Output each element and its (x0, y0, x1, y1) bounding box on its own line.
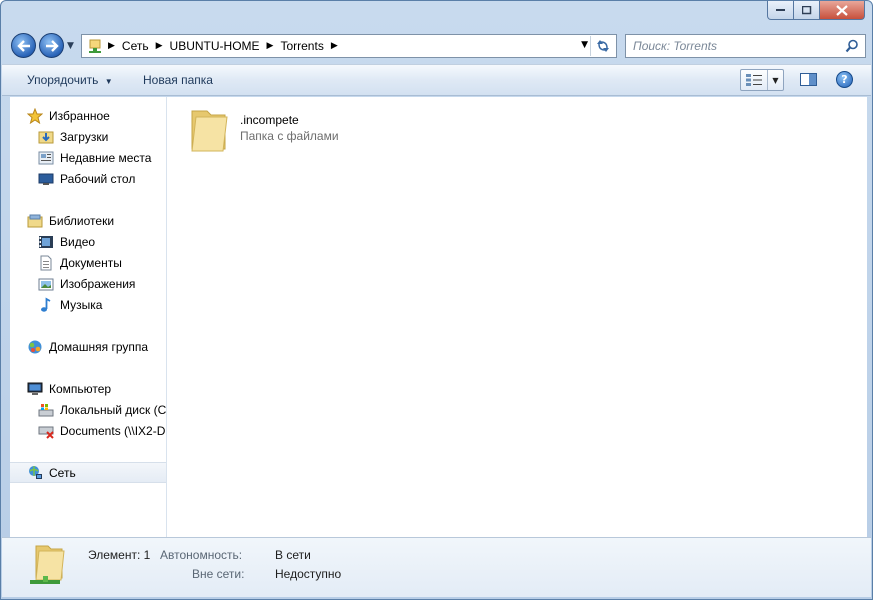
recent-pages-dropdown[interactable]: ▼ (67, 41, 74, 51)
search-input[interactable]: Поиск: Torrents (633, 39, 717, 53)
nav-item-recent-places[interactable]: Недавние места (10, 147, 166, 168)
view-dropdown-icon[interactable]: ▼ (768, 70, 783, 90)
back-button[interactable] (11, 33, 36, 58)
details-pane: Элемент: 1 Автономность: В сети Вне сети… (2, 537, 871, 597)
folder-item[interactable]: .incompete Папка с файлами (185, 103, 395, 153)
breadcrumb-torrents[interactable]: Torrents (280, 39, 323, 53)
close-icon (836, 4, 848, 16)
nav-homegroup[interactable]: Домашняя группа (10, 336, 166, 357)
organize-menu[interactable]: Упорядочить ▼ (27, 73, 113, 87)
navigation-pane: Избранное Загрузки Недавние места Рабочи… (10, 97, 167, 537)
nav-item-label: Музыка (60, 297, 103, 312)
minimize-button[interactable] (767, 1, 794, 20)
star-icon (27, 107, 43, 124)
libraries-icon (27, 213, 43, 229)
nav-item-documents[interactable]: Документы (10, 252, 166, 273)
file-list: .incompete Папка с файлами (167, 97, 867, 537)
nav-libraries[interactable]: Библиотеки (10, 210, 166, 231)
offline-status-value: В сети (275, 548, 311, 562)
command-bar: Упорядочить ▼ Новая папка ▼ ? (2, 64, 871, 96)
nav-item-label: Загрузки (60, 129, 109, 144)
nav-network[interactable]: Сеть (10, 462, 166, 483)
music-icon (38, 296, 54, 313)
breadcrumb-host[interactable]: UBUNTU-HOME (170, 39, 260, 53)
local-disk-icon (38, 402, 54, 418)
new-folder-button[interactable]: Новая папка (143, 73, 213, 87)
breadcrumb-separator[interactable]: ▶ (267, 41, 274, 51)
change-view-button[interactable]: ▼ (740, 69, 784, 91)
offline-availability-value: Недоступно (275, 567, 342, 581)
explorer-window: ▼ ▶ Сеть ▶ UBUNTU-HOME ▶ Torrents ▶ ▼ По… (0, 0, 873, 600)
search-box[interactable]: Поиск: Torrents (625, 34, 866, 58)
nav-computer-label: Компьютер (49, 381, 112, 396)
nav-item-label: Недавние места (60, 150, 152, 165)
help-button[interactable]: ? (836, 71, 853, 88)
search-icon[interactable] (845, 39, 859, 56)
nav-favorites[interactable]: Избранное (10, 105, 166, 126)
nav-item-label: Изображения (60, 276, 136, 291)
nav-item-label: Рабочий стол (60, 171, 136, 186)
nav-computer[interactable]: Компьютер (10, 378, 166, 399)
chevron-down-icon: ▼ (104, 77, 113, 86)
nav-item-pictures[interactable]: Изображения (10, 273, 166, 294)
network-drive-disconnected-icon (38, 423, 54, 439)
minimize-icon (775, 9, 785, 11)
nav-item-label: Documents (\\IX2-D (60, 423, 166, 438)
address-bar[interactable]: ▶ Сеть ▶ UBUNTU-HOME ▶ Torrents ▶ ▼ (81, 34, 617, 58)
nav-favorites-label: Избранное (49, 108, 110, 123)
arrow-right-icon (45, 39, 59, 52)
refresh-button[interactable] (590, 36, 615, 56)
nav-libraries-label: Библиотеки (49, 213, 115, 228)
forward-button[interactable] (39, 33, 64, 58)
nav-homegroup-label: Домашняя группа (49, 339, 149, 354)
nav-item-label: Документы (60, 255, 122, 270)
folder-icon (191, 110, 228, 152)
computer-icon (27, 381, 43, 397)
address-history-dropdown[interactable]: ▼ (581, 40, 588, 50)
preview-pane-button[interactable] (800, 73, 818, 90)
folder-type: Папка с файлами (240, 129, 339, 143)
nav-item-video[interactable]: Видео (10, 231, 166, 252)
caption-buttons (767, 1, 865, 20)
nav-item-local-disk[interactable]: Локальный диск (C (10, 399, 167, 420)
homegroup-icon (27, 339, 43, 355)
close-button[interactable] (820, 1, 865, 20)
pictures-icon (38, 276, 54, 292)
folder-name: .incompete (240, 113, 299, 127)
item-count: Элемент: 1 (88, 548, 151, 562)
network-folder-icon (30, 545, 65, 584)
network-location-icon (87, 38, 103, 54)
offline-status-label: Автономность: (160, 548, 243, 562)
network-icon (27, 465, 43, 481)
downloads-folder-icon (38, 129, 54, 145)
breadcrumb-separator[interactable]: ▶ (156, 41, 163, 51)
offline-availability-label: Вне сети: (192, 567, 245, 581)
desktop-icon (38, 171, 54, 187)
organize-label: Упорядочить (27, 73, 99, 87)
recent-places-icon (38, 150, 54, 166)
preview-pane-icon (800, 73, 817, 86)
nav-item-desktop[interactable]: Рабочий стол (10, 168, 166, 189)
maximize-icon (801, 5, 811, 14)
nav-item-music[interactable]: Музыка (10, 294, 166, 315)
details-view-icon (741, 70, 768, 90)
nav-item-downloads[interactable]: Загрузки (10, 126, 166, 147)
help-icon: ? (841, 73, 848, 86)
refresh-icon (597, 40, 609, 52)
nav-item-label: Локальный диск (C (60, 402, 167, 417)
breadcrumb-network[interactable]: Сеть (122, 39, 149, 53)
arrow-left-icon (16, 39, 30, 52)
breadcrumb-separator[interactable]: ▶ (108, 41, 115, 51)
nav-item-label: Видео (60, 234, 96, 249)
nav-network-label: Сеть (49, 465, 76, 480)
video-icon (38, 234, 54, 250)
documents-icon (38, 255, 54, 271)
breadcrumb-separator[interactable]: ▶ (331, 41, 338, 51)
maximize-button[interactable] (794, 1, 820, 20)
nav-item-network-drive[interactable]: Documents (\\IX2-D (10, 420, 166, 441)
